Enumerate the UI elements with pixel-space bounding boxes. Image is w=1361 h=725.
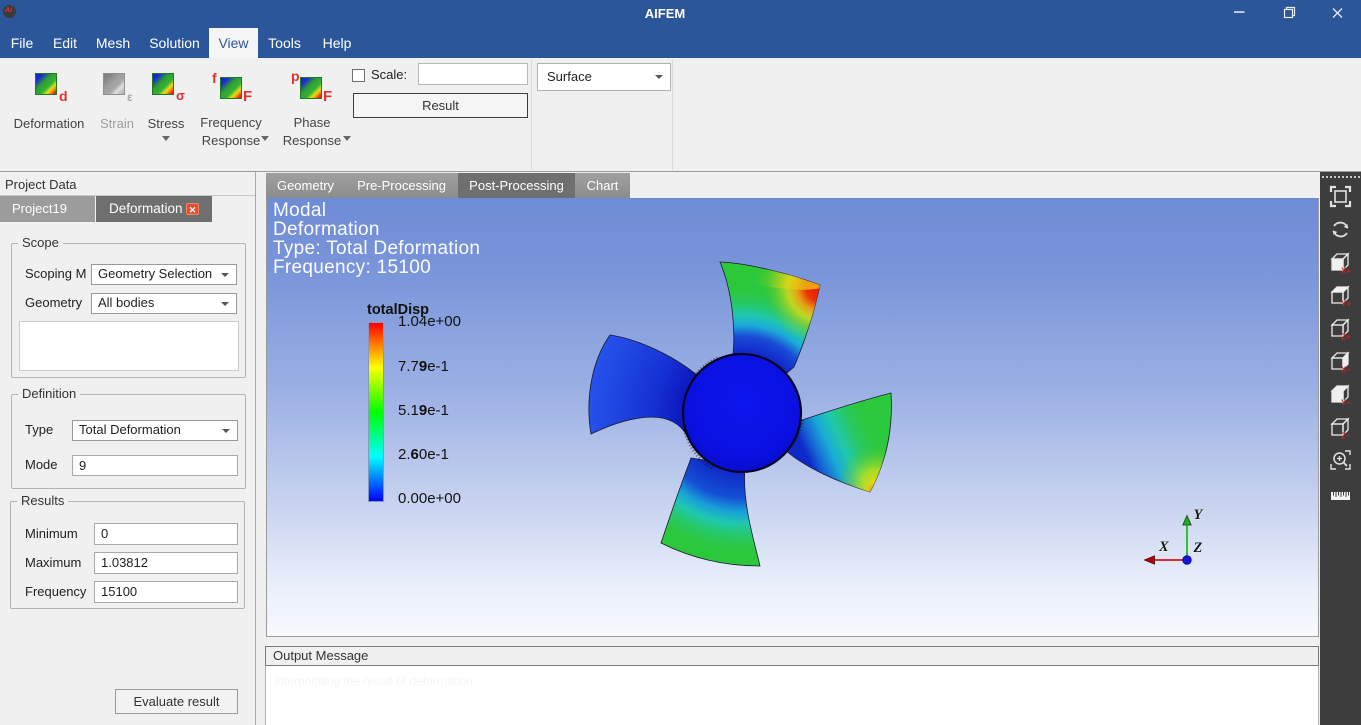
svg-text:Z+: Z+: [1341, 333, 1351, 341]
svg-text:X: X: [1158, 539, 1169, 555]
svg-text:Z: Z: [1193, 540, 1203, 556]
svg-text:X+: X+: [1341, 267, 1351, 275]
svg-text:Z−: Z−: [1341, 432, 1351, 440]
svg-text:Y−: Y−: [1341, 399, 1351, 407]
svg-text:Y: Y: [1194, 507, 1204, 523]
svg-text:X−: X−: [1341, 366, 1351, 374]
svg-text:Y+: Y+: [1341, 300, 1351, 308]
